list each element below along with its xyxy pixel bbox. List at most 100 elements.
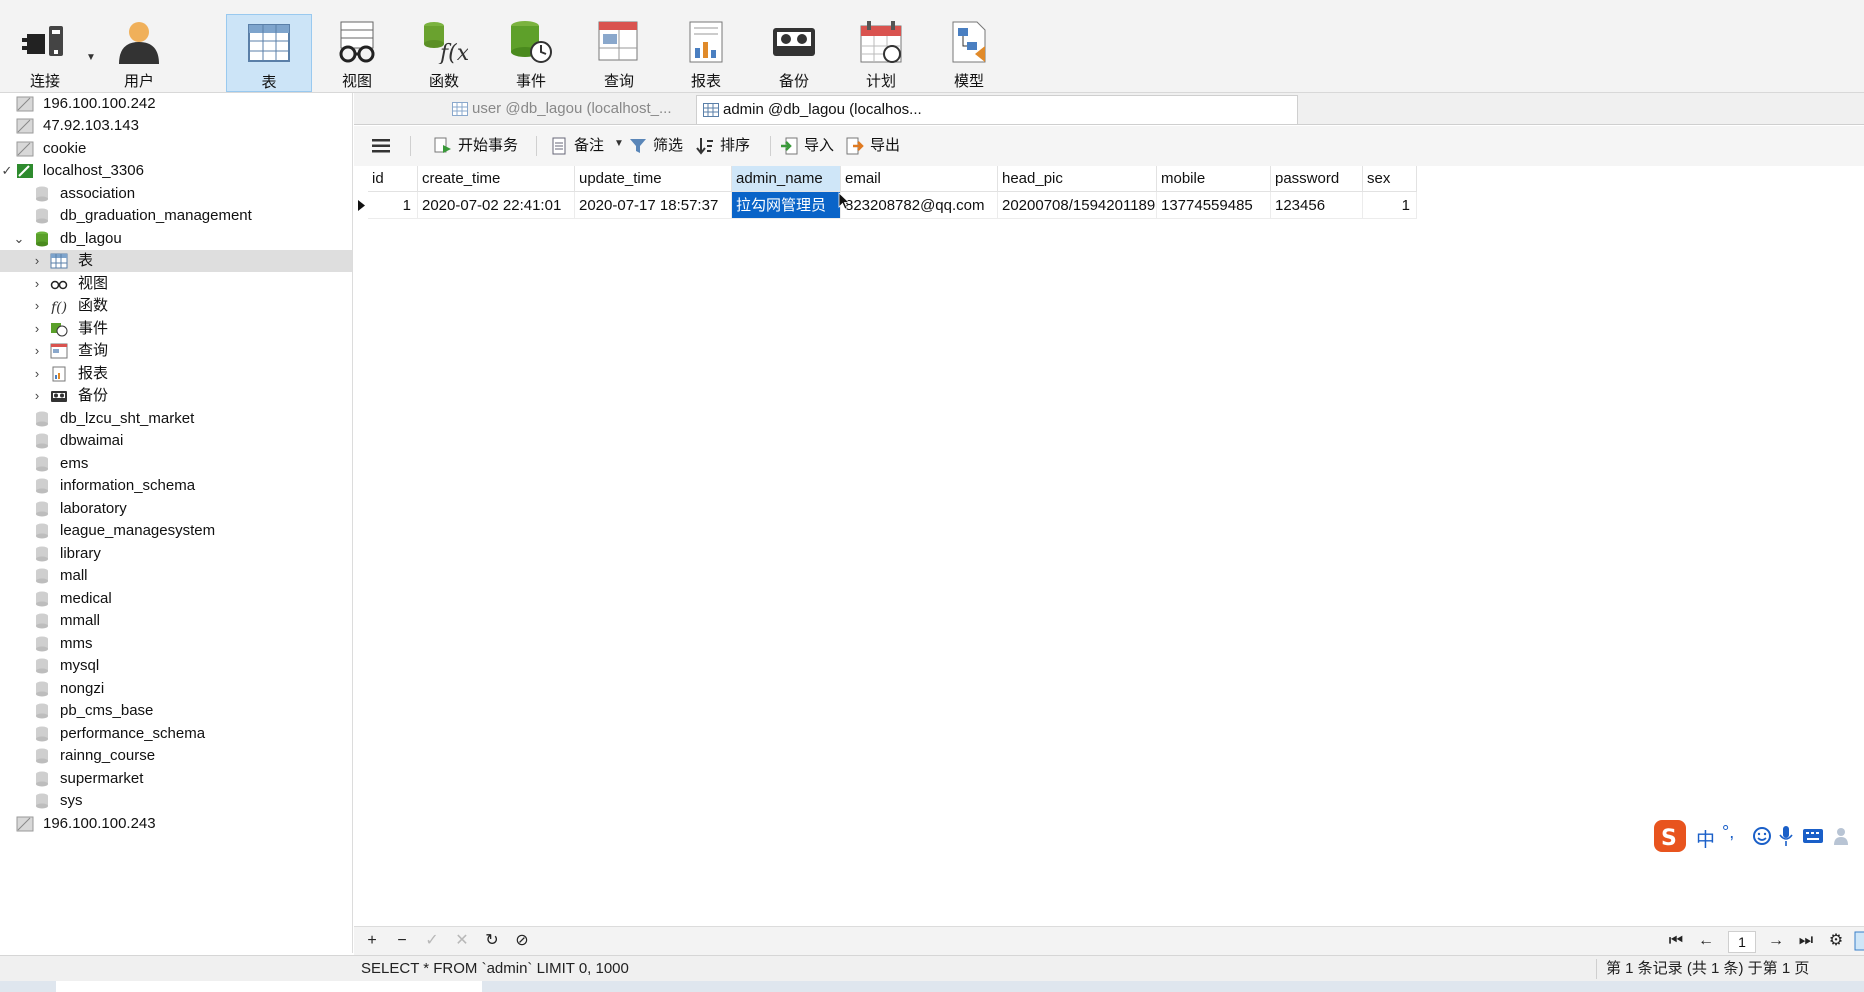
tree-item-database[interactable]: laboratory: [0, 498, 352, 520]
chevron-right-icon[interactable]: ›: [30, 295, 44, 317]
tree-item-connection[interactable]: 47.92.103.143: [0, 115, 352, 137]
tree-item-database[interactable]: rainng_course: [0, 745, 352, 767]
event-button[interactable]: 事件: [488, 14, 574, 92]
tree-item-database[interactable]: mall: [0, 565, 352, 587]
chevron-right-icon[interactable]: ›: [30, 250, 44, 272]
gear-icon[interactable]: ⚙: [1826, 931, 1846, 951]
column-header[interactable]: admin_name: [732, 166, 841, 192]
ime-mode-label[interactable]: 中: [1696, 825, 1715, 852]
chevron-right-icon[interactable]: ›: [30, 363, 44, 385]
menu-icon[interactable]: [372, 138, 390, 154]
tree-item-connection-open[interactable]: ✓ localhost_3306: [0, 160, 352, 182]
user-button[interactable]: 用户: [96, 14, 182, 92]
tree-item-database[interactable]: nongzi: [0, 678, 352, 700]
delete-record-icon[interactable]: −: [392, 931, 412, 951]
table-cell[interactable]: 13774559485: [1157, 192, 1271, 219]
query-button[interactable]: 查询: [576, 14, 662, 92]
sort-button[interactable]: 排序: [696, 135, 750, 157]
discard-changes-icon[interactable]: ✕: [452, 931, 472, 951]
chevron-down-icon[interactable]: ⌄: [12, 228, 26, 250]
user-skin-icon[interactable]: [1832, 825, 1854, 847]
tree-item-database[interactable]: performance_schema: [0, 723, 352, 745]
tree-item-database[interactable]: supermarket: [0, 768, 352, 790]
tree-item-backups[interactable]: › 备份: [0, 385, 352, 407]
refresh-icon[interactable]: ↻: [482, 931, 502, 951]
view-button[interactable]: 视图: [314, 14, 400, 92]
memo-button[interactable]: 备注: [550, 135, 604, 157]
tree-item-database[interactable]: dbwaimai: [0, 430, 352, 452]
chevron-right-icon[interactable]: ›: [30, 385, 44, 407]
column-header[interactable]: mobile: [1157, 166, 1271, 192]
filter-button[interactable]: 筛选: [629, 135, 683, 157]
table-cell[interactable]: 20200708/159420118990!: [998, 192, 1157, 219]
tree-item-tables[interactable]: › 表: [0, 250, 352, 272]
next-page-icon[interactable]: →: [1766, 931, 1786, 951]
emoji-icon[interactable]: [1752, 826, 1772, 846]
tree-item-connection[interactable]: cookie: [0, 138, 352, 160]
chevron-down-icon[interactable]: ▼: [614, 138, 624, 149]
taskbar-search[interactable]: [56, 981, 482, 992]
keyboard-icon[interactable]: [1802, 827, 1824, 845]
tree-item-database-open[interactable]: ⌄ db_lagou: [0, 228, 352, 250]
table-cell[interactable]: 1: [1363, 192, 1417, 219]
add-record-icon[interactable]: +: [362, 931, 382, 951]
chevron-down-icon[interactable]: ▼: [86, 52, 96, 63]
tree-item-views[interactable]: › 视图: [0, 273, 352, 295]
ime-toolbar[interactable]: S 中 °,: [1652, 818, 1864, 854]
microphone-icon[interactable]: [1778, 825, 1794, 847]
table-button[interactable]: 表: [226, 14, 312, 92]
last-page-icon[interactable]: ⏭: [1796, 931, 1816, 951]
tree-item-reports[interactable]: › 报表: [0, 363, 352, 385]
tree-item-database[interactable]: db_graduation_management: [0, 205, 352, 227]
tab-admin-table[interactable]: admin @db_lagou (localhos...: [696, 95, 1298, 124]
backup-button[interactable]: 备份: [751, 14, 837, 92]
column-header[interactable]: update_time: [575, 166, 732, 192]
begin-transaction-button[interactable]: 开始事务: [434, 135, 518, 157]
tree-item-database[interactable]: league_managesystem: [0, 520, 352, 542]
tree-item-database[interactable]: mysql: [0, 655, 352, 677]
first-page-icon[interactable]: ⏮: [1666, 931, 1686, 951]
tree-item-database[interactable]: ems: [0, 453, 352, 475]
column-header[interactable]: id: [368, 166, 418, 192]
previous-page-icon[interactable]: ←: [1696, 931, 1716, 951]
tree-item-database[interactable]: sys: [0, 790, 352, 812]
column-header[interactable]: head_pic: [998, 166, 1157, 192]
schedule-button[interactable]: 计划: [838, 14, 924, 92]
report-button[interactable]: 报表: [663, 14, 749, 92]
export-button[interactable]: 导出: [846, 135, 900, 157]
chevron-right-icon[interactable]: ›: [30, 273, 44, 295]
chevron-right-icon[interactable]: ›: [30, 318, 44, 340]
table-cell[interactable]: 1: [368, 192, 418, 219]
tree-item-database[interactable]: mmall: [0, 610, 352, 632]
punctuation-icon[interactable]: °,: [1722, 822, 1734, 843]
column-header[interactable]: create_time: [418, 166, 575, 192]
chevron-right-icon[interactable]: ›: [30, 340, 44, 362]
tree-item-database[interactable]: pb_cms_base: [0, 700, 352, 722]
chevron-down-icon[interactable]: ✓: [0, 160, 14, 182]
grid-view-icon[interactable]: [1854, 931, 1864, 951]
tree-item-database[interactable]: medical: [0, 588, 352, 610]
column-header[interactable]: email: [841, 166, 998, 192]
tree-item-functions[interactable]: › f() 函数: [0, 295, 352, 317]
column-header[interactable]: password: [1271, 166, 1363, 192]
table-cell[interactable]: 823208782@qq.com: [841, 192, 998, 219]
tree-item-connection[interactable]: 196.100.100.243: [0, 813, 352, 835]
connect-button[interactable]: ▼ 连接: [2, 14, 96, 92]
tree-item-connection[interactable]: 196.100.100.242: [0, 93, 352, 115]
apply-changes-icon[interactable]: ✓: [422, 931, 442, 951]
tree-item-database[interactable]: association: [0, 183, 352, 205]
tree-item-database[interactable]: information_schema: [0, 475, 352, 497]
function-button[interactable]: f(x) 函数: [401, 14, 487, 92]
table-cell-selected[interactable]: 拉勾网管理员: [732, 192, 841, 219]
tree-item-queries[interactable]: › 查询: [0, 340, 352, 362]
column-header[interactable]: sex: [1363, 166, 1417, 192]
tree-item-database[interactable]: db_lzcu_sht_market: [0, 408, 352, 430]
stop-icon[interactable]: ⊘: [512, 931, 532, 951]
import-button[interactable]: 导入: [780, 135, 834, 157]
table-cell[interactable]: 2020-07-02 22:41:01: [418, 192, 575, 219]
tree-item-database[interactable]: mms: [0, 633, 352, 655]
table-cell[interactable]: 2020-07-17 18:57:37: [575, 192, 732, 219]
model-button[interactable]: 模型: [926, 14, 1012, 92]
page-number-input[interactable]: 1: [1728, 931, 1756, 953]
tab-user-table[interactable]: user @db_lagou (localhost_...: [446, 95, 686, 124]
